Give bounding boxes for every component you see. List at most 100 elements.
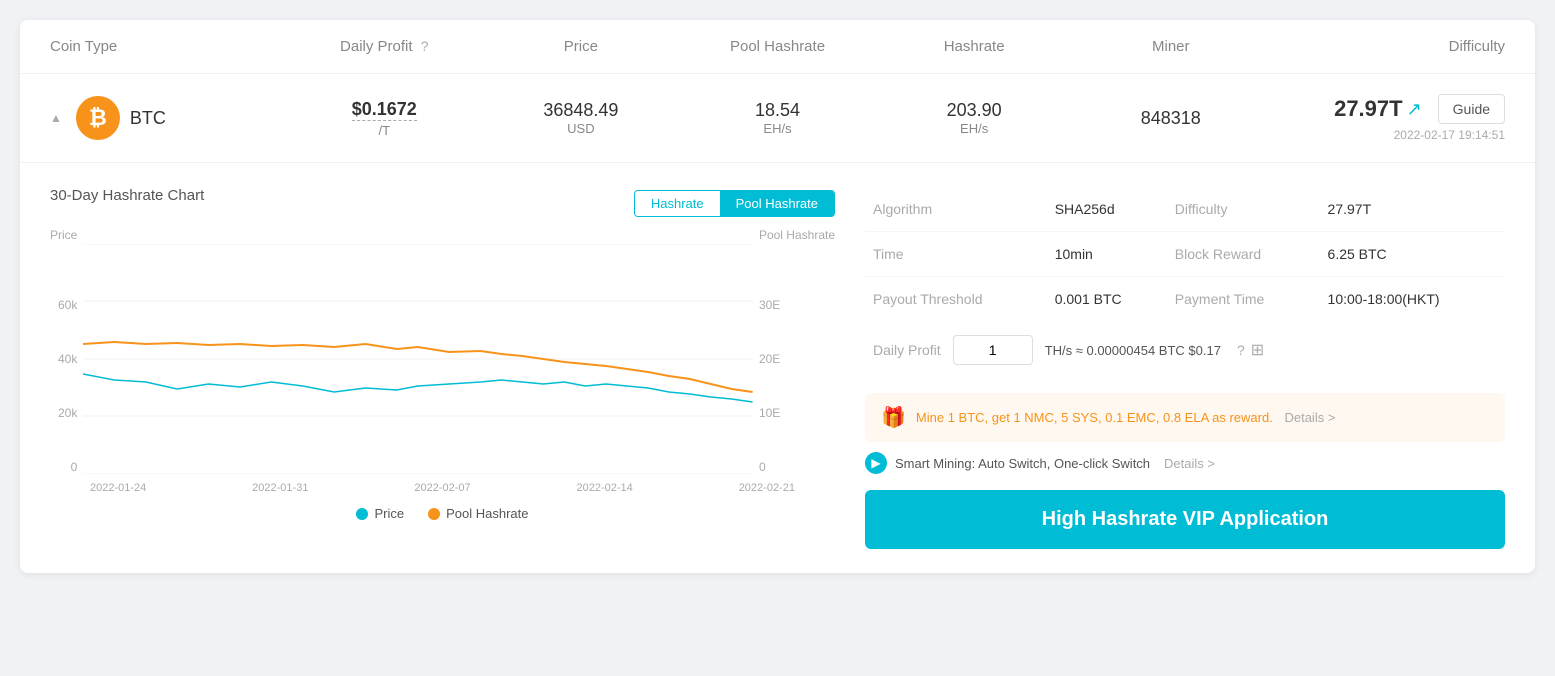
pool-hashrate-line bbox=[83, 342, 753, 392]
difficulty-arrow-icon: ↗ bbox=[1407, 99, 1422, 120]
payment-value: 10:00-18:00(HKT) bbox=[1320, 277, 1505, 322]
col-miner: Miner bbox=[1072, 38, 1269, 55]
payout-label: Payout Threshold bbox=[865, 277, 1047, 322]
smart-mining-text: Smart Mining: Auto Switch, One-click Swi… bbox=[895, 456, 1150, 471]
y-right-0: 0 bbox=[759, 460, 766, 474]
x-label-4: 2022-02-14 bbox=[577, 482, 633, 494]
calc-icons: ? ⊞ bbox=[1233, 340, 1264, 360]
y-right-20e: 20E bbox=[759, 352, 780, 366]
btc-symbol: ₿ bbox=[89, 105, 107, 131]
row-time: Time 10min Block Reward 6.25 BTC bbox=[865, 232, 1505, 277]
difficulty-info-label: Difficulty bbox=[1167, 187, 1320, 232]
main-content: 30-Day Hashrate Chart Hashrate Pool Hash… bbox=[20, 163, 1535, 573]
smart-mining-icon: ▶ bbox=[865, 452, 887, 474]
legend-pool-label: Pool Hashrate bbox=[446, 506, 528, 521]
difficulty-info-value: 27.97T bbox=[1320, 187, 1505, 232]
col-daily-profit: Daily Profit ? bbox=[286, 38, 483, 55]
x-label-2: 2022-01-31 bbox=[252, 482, 308, 494]
calc-table-icon[interactable]: ⊞ bbox=[1251, 340, 1264, 360]
tab-pool-hashrate[interactable]: Pool Hashrate bbox=[720, 191, 834, 216]
algorithm-label: Algorithm bbox=[865, 187, 1047, 232]
payout-value: 0.001 BTC bbox=[1047, 277, 1167, 322]
y-left-label: Price bbox=[50, 228, 77, 242]
calc-help-icon[interactable]: ? bbox=[1237, 342, 1245, 358]
legend-price-label: Price bbox=[374, 506, 404, 521]
hashrate-line bbox=[83, 374, 753, 402]
price-value: 36848.49 bbox=[483, 100, 680, 121]
vip-button[interactable]: High Hashrate VIP Application bbox=[865, 490, 1505, 549]
daily-profit-help-icon[interactable]: ? bbox=[421, 38, 429, 54]
price-col: 36848.49 USD bbox=[483, 100, 680, 136]
smart-mining-link[interactable]: Details > bbox=[1164, 456, 1215, 471]
header-row: Coin Type Daily Profit ? Price Pool Hash… bbox=[20, 20, 1535, 74]
legend-pool-hashrate: Pool Hashrate bbox=[428, 506, 528, 521]
x-axis: 2022-01-24 2022-01-31 2022-02-07 2022-02… bbox=[50, 478, 835, 494]
row-algorithm: Algorithm SHA256d Difficulty 27.97T bbox=[865, 187, 1505, 232]
coin-info-col: ▲ ₿ BTC bbox=[50, 96, 286, 140]
reward-highlight: Mine 1 BTC, get 1 NMC, 5 SYS, 0.1 EMC, 0… bbox=[916, 410, 1273, 425]
legend-price: Price bbox=[356, 506, 404, 521]
pool-hashrate-unit: EH/s bbox=[679, 121, 876, 136]
reward-link[interactable]: Details > bbox=[1284, 410, 1335, 425]
pool-hashrate-value: 18.54 bbox=[679, 100, 876, 121]
x-label-1: 2022-01-24 bbox=[90, 482, 146, 494]
y-right-10e: 10E bbox=[759, 406, 780, 420]
block-reward-value: 6.25 BTC bbox=[1320, 232, 1505, 277]
y-right-label: Pool Hashrate bbox=[759, 228, 835, 242]
block-reward-label: Block Reward bbox=[1167, 232, 1320, 277]
difficulty-col: 27.97T ↗ Guide 2022-02-17 19:14:51 bbox=[1269, 94, 1505, 142]
legend-pool-dot bbox=[428, 508, 440, 520]
y-left-60k: 60k bbox=[58, 298, 77, 312]
x-label-3: 2022-02-07 bbox=[414, 482, 470, 494]
smart-mining-row: ▶ Smart Mining: Auto Switch, One-click S… bbox=[865, 452, 1505, 474]
algorithm-value: SHA256d bbox=[1047, 187, 1167, 232]
y-left-0: 0 bbox=[71, 460, 78, 474]
daily-profit-calc-label: Daily Profit bbox=[873, 342, 941, 358]
col-difficulty: Difficulty bbox=[1269, 38, 1505, 55]
btc-label: BTC bbox=[130, 108, 166, 129]
y-right-30e: 30E bbox=[759, 298, 780, 312]
tab-hashrate[interactable]: Hashrate bbox=[635, 191, 720, 216]
col-price: Price bbox=[483, 38, 680, 55]
time-label: Time bbox=[865, 232, 1047, 277]
info-table: Algorithm SHA256d Difficulty 27.97T Time… bbox=[865, 187, 1505, 321]
chart-title: 30-Day Hashrate Chart bbox=[50, 187, 204, 204]
miner-value: 848318 bbox=[1072, 108, 1269, 129]
difficulty-time: 2022-02-17 19:14:51 bbox=[1394, 128, 1505, 142]
chart-svg bbox=[83, 244, 753, 474]
info-section: Algorithm SHA256d Difficulty 27.97T Time… bbox=[865, 187, 1505, 549]
miner-col: 848318 bbox=[1072, 108, 1269, 129]
row-payout: Payout Threshold 0.001 BTC Payment Time … bbox=[865, 277, 1505, 322]
reward-text: Mine 1 BTC, get 1 NMC, 5 SYS, 0.1 EMC, 0… bbox=[916, 410, 1336, 425]
gift-icon: 🎁 bbox=[881, 405, 906, 430]
daily-profit-value: $0.1672 bbox=[352, 99, 417, 121]
chart-legend: Price Pool Hashrate bbox=[50, 506, 835, 521]
legend-price-dot bbox=[356, 508, 368, 520]
col-pool-hashrate: Pool Hashrate bbox=[679, 38, 876, 55]
daily-profit-unit: /T bbox=[286, 123, 483, 138]
price-unit: USD bbox=[483, 121, 680, 136]
pool-hashrate-col: 18.54 EH/s bbox=[679, 100, 876, 136]
x-label-5: 2022-02-21 bbox=[739, 482, 795, 494]
guide-button[interactable]: Guide bbox=[1438, 94, 1505, 124]
main-container: Coin Type Daily Profit ? Price Pool Hash… bbox=[20, 20, 1535, 573]
payment-label: Payment Time bbox=[1167, 277, 1320, 322]
time-value: 10min bbox=[1047, 232, 1167, 277]
y-left-20k: 20k bbox=[58, 406, 77, 420]
col-hashrate: Hashrate bbox=[876, 38, 1073, 55]
difficulty-value: 27.97T bbox=[1334, 96, 1403, 122]
daily-profit-col: $0.1672 /T bbox=[286, 99, 483, 138]
daily-profit-calc-row: Daily Profit TH/s ≈ 0.00000454 BTC $0.17… bbox=[865, 321, 1505, 379]
reward-banner: 🎁 Mine 1 BTC, get 1 NMC, 5 SYS, 0.1 EMC,… bbox=[865, 393, 1505, 442]
y-left-40k: 40k bbox=[58, 352, 77, 366]
expand-icon[interactable]: ▲ bbox=[50, 111, 62, 125]
chart-header: 30-Day Hashrate Chart Hashrate Pool Hash… bbox=[50, 187, 835, 220]
chart-tabs: Hashrate Pool Hashrate bbox=[634, 190, 835, 217]
hashrate-col: 203.90 EH/s bbox=[876, 100, 1073, 136]
daily-profit-calc-text: TH/s ≈ 0.00000454 BTC $0.17 bbox=[1045, 343, 1221, 358]
chart-section: 30-Day Hashrate Chart Hashrate Pool Hash… bbox=[50, 187, 835, 549]
btc-icon: ₿ bbox=[76, 96, 120, 140]
hashrate-value: 203.90 bbox=[876, 100, 1073, 121]
daily-profit-input[interactable] bbox=[953, 335, 1033, 365]
btc-data-row: ▲ ₿ BTC $0.1672 /T 36848.49 USD 18.54 EH… bbox=[20, 74, 1535, 163]
